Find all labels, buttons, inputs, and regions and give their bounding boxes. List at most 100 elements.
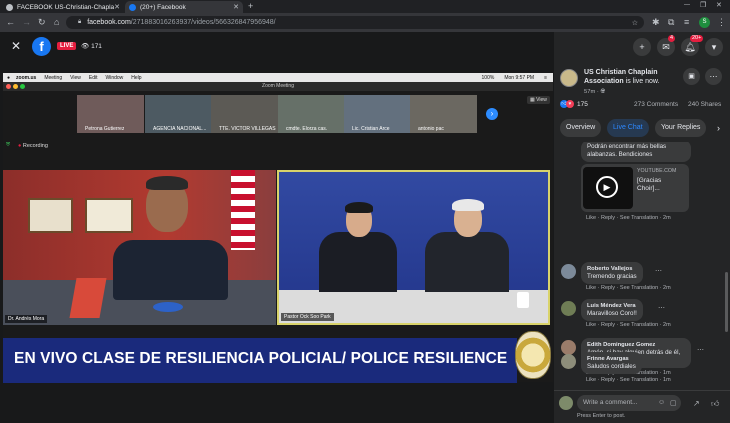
zoom-app-menu[interactable]: zoom.us (16, 75, 36, 81)
extension-icon[interactable]: ✱ (652, 17, 660, 27)
tab-your-replies[interactable]: Your Replies (655, 119, 707, 137)
globe-icon (6, 3, 13, 11)
menu-edit[interactable]: Edit (89, 75, 98, 81)
new-tab-button[interactable]: + (248, 1, 253, 11)
like-icon[interactable]: 👍︎ (711, 399, 719, 409)
bookmark-star-icon[interactable]: ☆ (632, 19, 638, 27)
comment-actions[interactable]: Like · Reply · See Translation · 2m (586, 322, 671, 328)
home-icon[interactable]: ⌂ (54, 17, 59, 27)
link-preview[interactable]: ▶ YOUTUBE.COM [Gracias Choir]... (581, 164, 689, 212)
comment-more-icon[interactable]: ⋯ (655, 267, 662, 275)
participant-thumbnail[interactable]: AGENCIA NACIONAL... (145, 95, 212, 133)
zoom-title-bar: Zoom Meeting (3, 82, 553, 91)
avatar[interactable] (561, 354, 576, 369)
viewer-count: 👁︎ 171 (81, 42, 102, 50)
avatar[interactable] (561, 264, 576, 279)
comment-actions[interactable]: Like · Reply · See Translation · 2m (586, 215, 671, 221)
live-status: is live now. (625, 77, 660, 85)
browser-tab-bar: FACEBOOK US-Christian-Chapla ✕ (20+) Fac… (0, 0, 730, 13)
mac-minimize-dot[interactable] (13, 84, 18, 89)
next-participants-button[interactable]: › (486, 108, 498, 120)
live-badge: LIVE (57, 42, 77, 50)
comment-more-icon[interactable]: ⋯ (658, 304, 665, 312)
commenter-name[interactable]: Luis Méndez Vera (587, 302, 637, 310)
minimize-button[interactable]: — (684, 2, 690, 8)
sticker-icon[interactable]: ▢ (670, 399, 677, 407)
love-reaction-icon: ♥ (566, 100, 574, 108)
recording-indicator: ● Recording (18, 143, 48, 149)
facebook-favicon-icon (129, 3, 136, 11)
forward-icon[interactable]: → (22, 17, 31, 27)
more-options-icon[interactable]: ⋯ (705, 68, 722, 85)
tab-live-chat[interactable]: Live Chat (607, 119, 649, 137)
menu-meeting[interactable]: Meeting (44, 75, 62, 81)
composer-hint: Press Enter to post. (577, 413, 626, 419)
tab-facebook[interactable]: (20+) Facebook ✕ (125, 1, 243, 13)
close-tab-icon[interactable]: ✕ (233, 3, 239, 11)
commenter-name[interactable]: Roberto Vallejos (587, 265, 637, 273)
play-icon[interactable]: ▶ (596, 176, 618, 198)
close-viewer-button[interactable]: ✕ (11, 39, 21, 53)
mac-close-dot[interactable] (6, 84, 11, 89)
flag-image (231, 170, 255, 250)
link-title: [Gracias Choir]... (637, 177, 662, 192)
post-time-value: 57m (584, 89, 596, 95)
menu-extras-icon: ≡ (544, 74, 547, 81)
comment-actions[interactable]: Like · Reply · See Translation · 2m (586, 285, 671, 291)
avatar[interactable] (561, 340, 576, 355)
comment-bubble: Frinne Avargas Saludos cordiales (581, 352, 642, 374)
man-left-suit (319, 232, 397, 292)
participant-thumbnail[interactable]: antonio pac (410, 95, 477, 133)
menu-help[interactable]: Help (131, 75, 141, 81)
comment-input[interactable]: Write a comment... (577, 395, 681, 411)
participant-thumbnail[interactable]: TTE. VICTOR VILLEGAS (211, 95, 278, 133)
maximize-button[interactable]: ❐ (700, 1, 706, 9)
tab-title: FACEBOOK US-Christian-Chapla (17, 3, 115, 11)
tabs-next-chevron-icon[interactable]: › (717, 119, 730, 137)
profile-avatar[interactable]: S (699, 17, 710, 28)
close-window-button[interactable]: ✕ (716, 1, 722, 9)
tab-overview[interactable]: Overview (560, 119, 602, 137)
avatar[interactable] (559, 396, 573, 410)
reading-list-icon[interactable]: ≡ (684, 17, 689, 27)
close-tab-icon[interactable]: ✕ (114, 3, 120, 11)
mac-zoom-dot[interactable] (20, 84, 25, 89)
chat-scrollbar[interactable] (725, 272, 728, 332)
commenter-name[interactable]: Edith Dominguez Gomez (587, 341, 685, 349)
reaction-summary[interactable]: 👍︎ ♥ 175 (560, 100, 588, 108)
comment-more-icon[interactable]: ⋯ (697, 346, 704, 354)
account-menu-icon[interactable]: ▾ (705, 38, 723, 56)
emoji-icon[interactable]: ☺ (658, 399, 665, 406)
tab-facebook-chaplain[interactable]: FACEBOOK US-Christian-Chapla ✕ (2, 1, 124, 13)
avatar[interactable] (561, 301, 576, 316)
chrome-menu-icon[interactable]: ⋮ (717, 17, 726, 27)
view-button[interactable]: ▦ View (527, 96, 550, 104)
speaker-video-left[interactable]: Dr. Andrés Mora (3, 170, 276, 325)
share-icon[interactable]: ↗ (693, 399, 700, 408)
page-header-text: US Christian Chaplain Association is liv… (584, 69, 678, 86)
extensions-puzzle-icon[interactable]: ⧉ (668, 17, 674, 27)
man-right-hair (452, 199, 484, 211)
cup-object (517, 292, 529, 308)
save-video-icon[interactable]: ▣ (683, 68, 700, 85)
menu-view[interactable]: View (70, 75, 81, 81)
grid-icon: ▦ (530, 97, 535, 103)
back-icon[interactable]: ← (6, 17, 15, 27)
chaplain-seal-logo (515, 331, 551, 379)
comment-actions[interactable]: Like · Reply · See Translation · 1m (586, 377, 671, 383)
create-button[interactable]: + (633, 38, 651, 56)
shares-count[interactable]: 240 Shares (688, 101, 721, 108)
menu-window[interactable]: Window (105, 75, 123, 81)
participant-thumbnail[interactable]: Petrona Gutierrez (77, 95, 144, 133)
shield-icon: ⛨ (6, 142, 11, 148)
participant-thumbnail[interactable]: Lic. Cristian Arce (344, 95, 411, 133)
man-right-suit (425, 232, 509, 292)
commenter-name[interactable]: Frinne Avargas (587, 355, 636, 363)
facebook-logo-icon[interactable]: f (32, 37, 51, 56)
comments-count[interactable]: 273 Comments (634, 101, 678, 108)
page-avatar[interactable] (560, 69, 578, 87)
reload-icon[interactable]: ↻ (38, 17, 46, 27)
address-bar[interactable]: 🔒︎ facebook.com/271883016263937/videos/5… (66, 16, 644, 29)
speaker-video-right[interactable]: Pastor Ock Soo Park (277, 170, 550, 325)
participant-thumbnail[interactable]: cmdte. Elorza cas. (278, 95, 345, 133)
